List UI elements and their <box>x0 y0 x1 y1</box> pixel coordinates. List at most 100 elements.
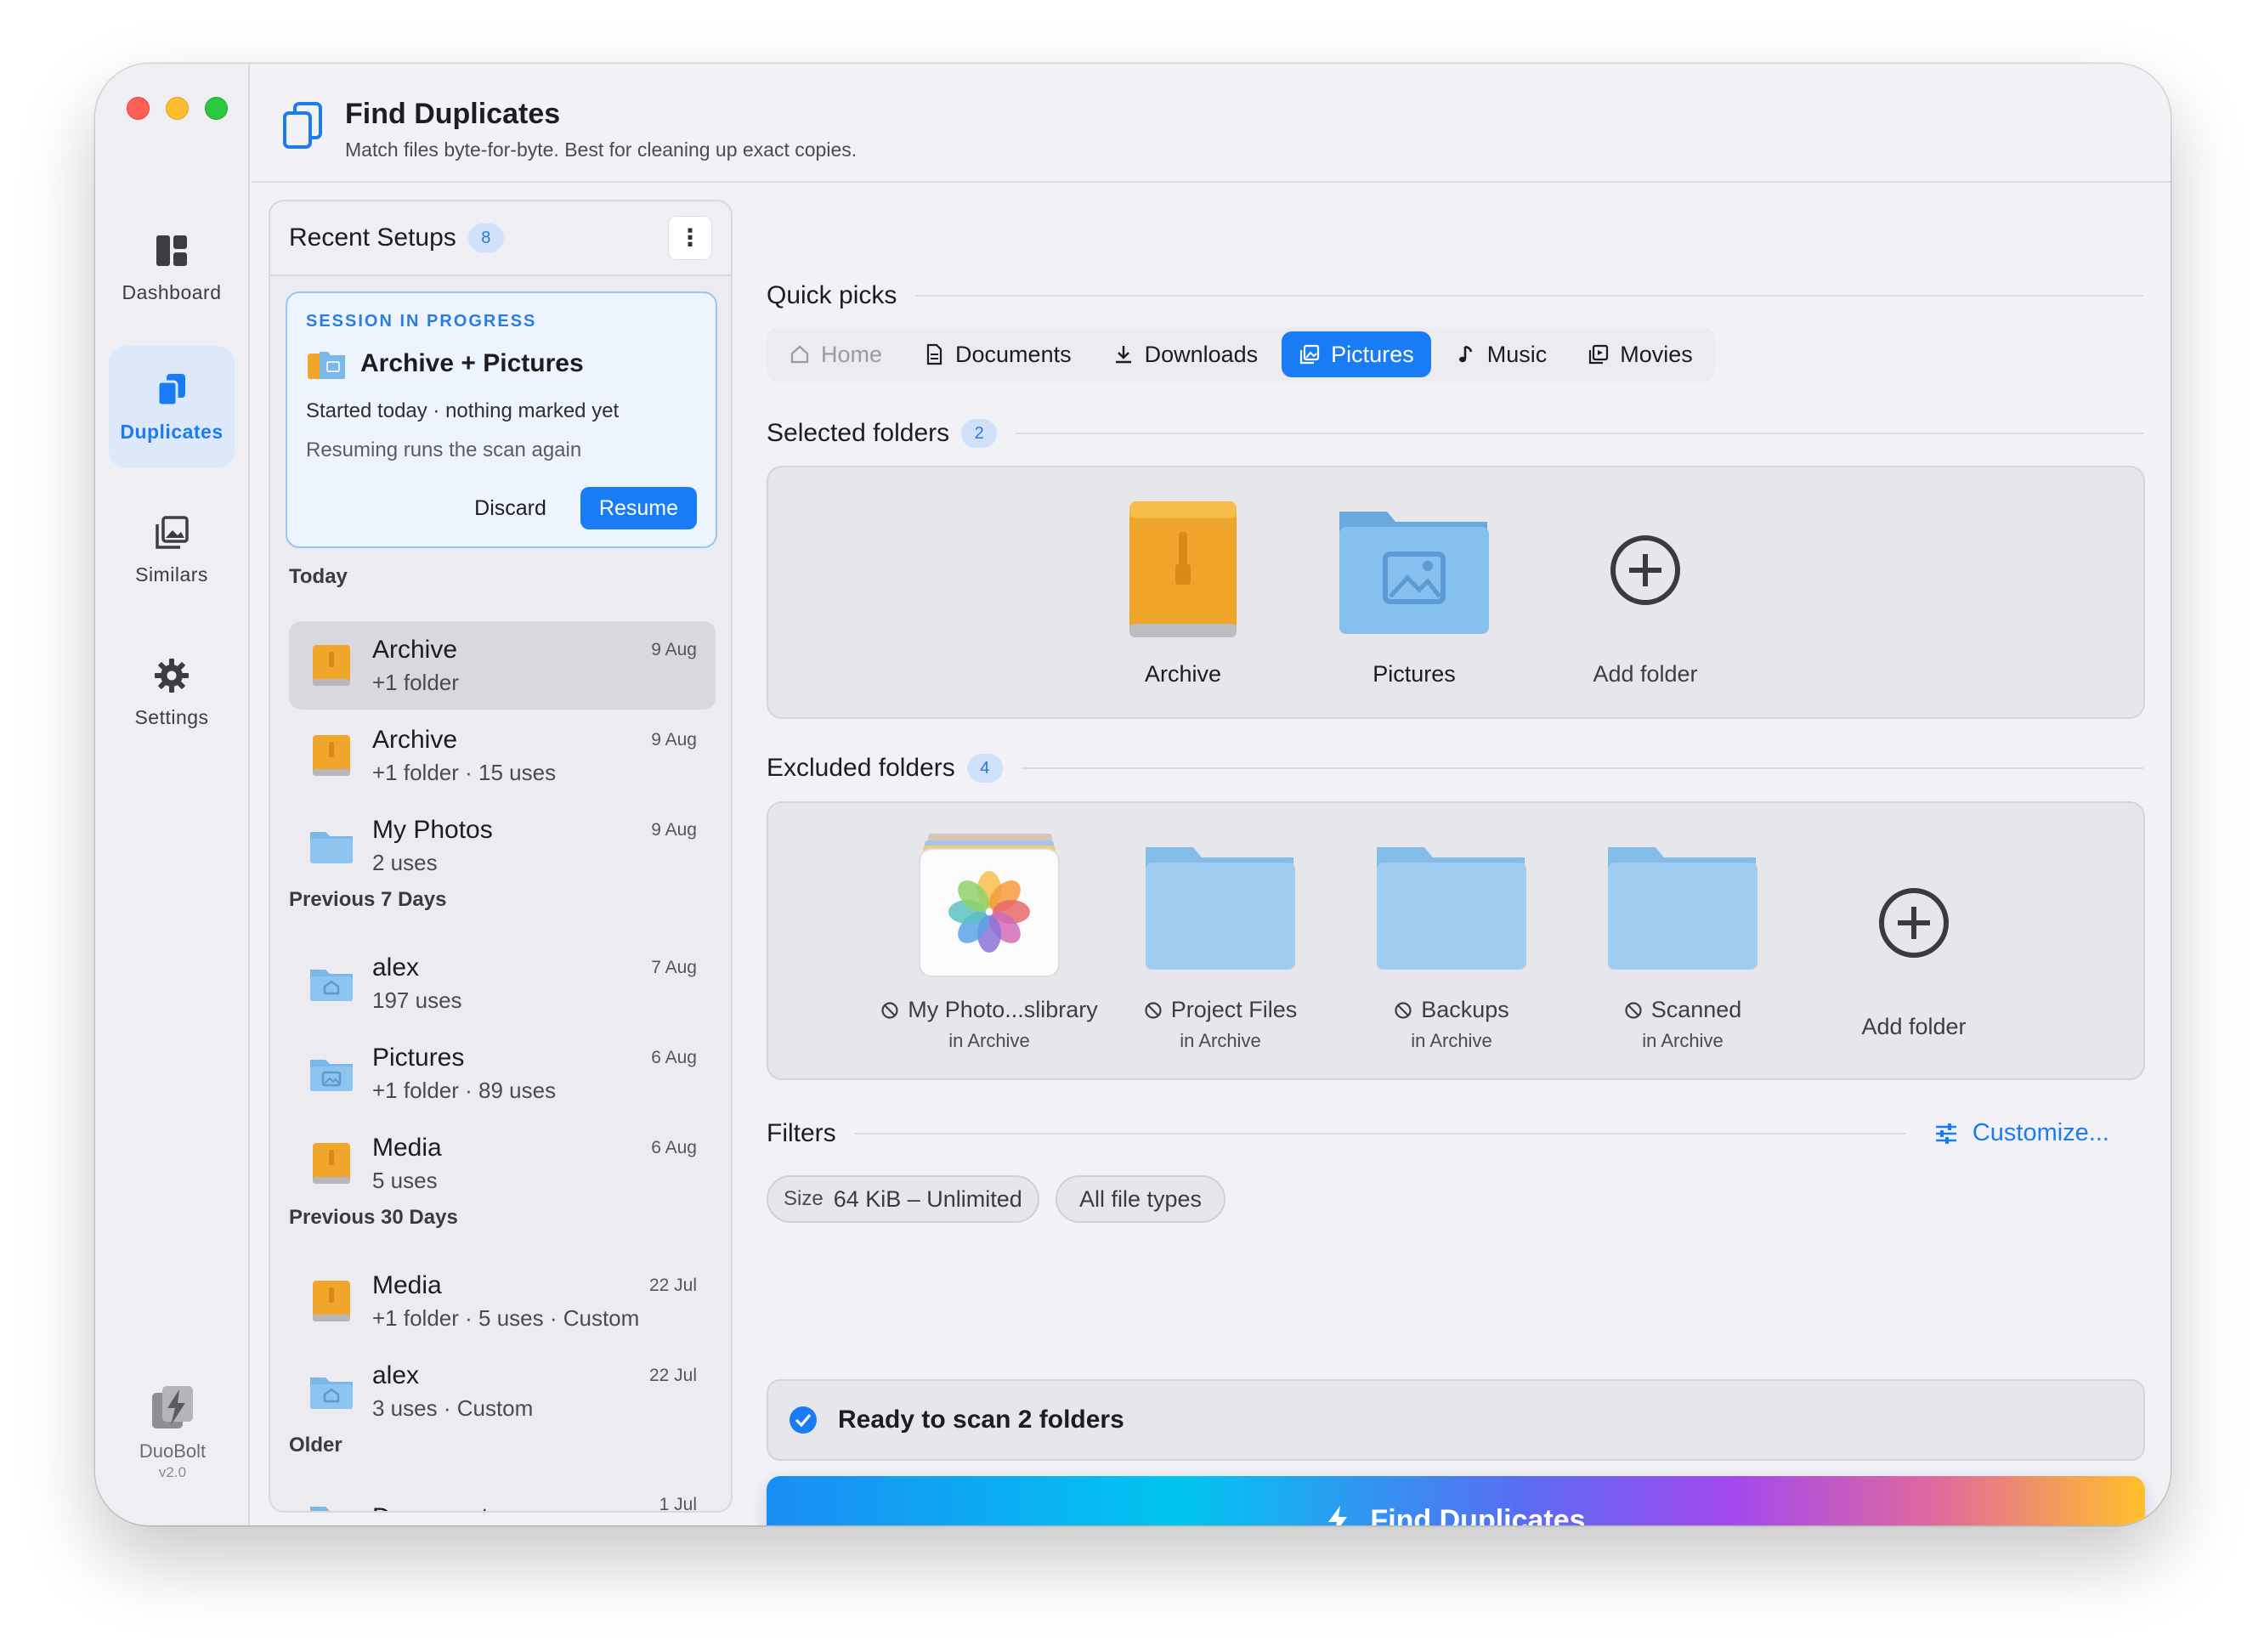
quick-pick-downloads[interactable]: Downloads <box>1095 331 1276 377</box>
quick-picks-header: Quick picks <box>767 281 2143 310</box>
excluded-folders-box: My Photo...slibrary in Archive Project F… <box>767 801 2145 1080</box>
quick-pick-music[interactable]: Music <box>1438 331 1565 377</box>
resume-button[interactable]: Resume <box>580 487 697 529</box>
dashboard-icon <box>156 235 187 266</box>
file-types-filter-chip[interactable]: All file types <box>1056 1175 1226 1223</box>
quick-pick-label: Home <box>821 341 883 367</box>
recent-item-date: 22 Jul <box>648 1276 697 1295</box>
recent-item[interactable]: Pictures +1 folder · 89 uses 6 Aug <box>289 1029 716 1117</box>
quick-pick-home[interactable]: Home <box>772 331 899 377</box>
excluded-folder-name: Backups <box>1421 997 1509 1022</box>
recent-item-date: 7 Aug <box>651 958 697 977</box>
quick-pick-documents[interactable]: Documents <box>906 331 1089 377</box>
session-folders-icon <box>308 352 345 379</box>
excluded-folder-label: Backups <box>1394 997 1509 1023</box>
recent-item-detail: 2 uses <box>372 849 438 875</box>
discard-button[interactable]: Discard <box>474 496 546 521</box>
add-selected-folder-button[interactable]: Add folder <box>1535 498 1756 687</box>
quick-pick-label: Downloads <box>1144 341 1259 367</box>
folder-icon <box>1146 847 1295 970</box>
recent-item[interactable]: Media 5 uses 6 Aug <box>289 1119 716 1208</box>
section-older: Older <box>289 1434 342 1457</box>
minimize-window-button[interactable] <box>166 97 189 120</box>
recent-item-name: Archive <box>372 725 458 754</box>
recent-item-detail: +1 folder · 15 uses <box>372 759 557 785</box>
page-title: Find Duplicates <box>345 98 561 130</box>
selected-folder-pictures[interactable]: Pictures <box>1304 498 1525 687</box>
excluded-icon <box>881 1001 898 1019</box>
zoom-window-button[interactable] <box>205 97 228 120</box>
recent-setups-panel: Recent Setups 8 ⋮ SESSION IN PROGRESS Ar… <box>269 200 733 1513</box>
sidebar-item-duplicates[interactable]: Duplicates <box>109 346 235 468</box>
excluded-folder-scanned[interactable]: Scanned in Archive <box>1572 834 1793 1052</box>
excluded-folder-label: Project Files <box>1144 997 1297 1023</box>
folder-icon <box>1608 847 1757 970</box>
size-filter-chip[interactable]: Size 64 KiB – Unlimited <box>767 1175 1039 1223</box>
recent-item-detail: 3 uses · Custom <box>372 1395 534 1421</box>
duplicates-icon <box>156 373 185 406</box>
size-filter-value: 64 KiB – Unlimited <box>833 1185 1022 1212</box>
home-folder-icon <box>310 970 353 1001</box>
bolt-icon <box>1328 1506 1348 1525</box>
recent-item-detail: +1 folder <box>372 669 459 695</box>
excluded-icon <box>1145 1001 1162 1019</box>
recent-item[interactable]: Media +1 folder · 5 uses · Custom 22 Jul <box>289 1257 716 1345</box>
excluded-icon <box>1395 1001 1412 1019</box>
recent-item[interactable]: My Photos 2 uses 9 Aug <box>289 801 716 890</box>
sidebar-item-label: Similars <box>135 563 208 586</box>
close-window-button[interactable] <box>127 97 150 120</box>
section-previous-7-days: Previous 7 Days <box>289 888 447 911</box>
recent-setups-count: 8 <box>467 223 504 252</box>
excluded-icon <box>1625 1001 1642 1019</box>
recent-item-name: alex <box>372 953 420 982</box>
pictures-folder-icon <box>310 1060 353 1091</box>
sidebar-item-similars[interactable]: Similars <box>109 489 235 611</box>
main-content: Quick picks Home Documents Downloads Pic… <box>767 200 2171 1525</box>
more-vertical-icon: ⋮ <box>678 224 702 251</box>
recent-item[interactable]: alex 197 uses 7 Aug <box>289 939 716 1027</box>
find-duplicates-button[interactable]: Find Duplicates <box>767 1476 2145 1525</box>
recent-item-date: 9 Aug <box>651 730 697 750</box>
excluded-folder-photos-library[interactable]: My Photo...slibrary in Archive <box>879 834 1100 1052</box>
pictures-folder-icon <box>1339 512 1489 634</box>
quick-pick-pictures[interactable]: Pictures <box>1282 331 1431 377</box>
excluded-folder-name: My Photo...slibrary <box>908 997 1098 1022</box>
customize-filters-button[interactable]: Customize... <box>1933 1119 2109 1147</box>
add-excluded-folder-button[interactable]: Add folder <box>1803 851 2024 1040</box>
picture-icon <box>1300 344 1320 365</box>
excluded-folder-backups[interactable]: Backups in Archive <box>1341 834 1562 1052</box>
excluded-folder-project-files[interactable]: Project Files in Archive <box>1110 834 1331 1052</box>
home-folder-icon <box>310 1378 353 1409</box>
sidebar-item-dashboard[interactable]: Dashboard <box>109 206 235 329</box>
recent-item-name: alex <box>372 1361 420 1389</box>
drive-icon <box>313 645 350 686</box>
recent-item-name: Media <box>372 1133 442 1162</box>
scan-status-bar: Ready to scan 2 folders <box>767 1379 2145 1461</box>
more-options-button[interactable]: ⋮ <box>668 216 712 260</box>
quick-pick-movies[interactable]: Movies <box>1571 331 1710 377</box>
excluded-folder-label: My Photo...slibrary <box>880 997 1098 1023</box>
quick-pick-label: Movies <box>1620 341 1693 367</box>
excluded-folder-location: in Archive <box>1180 1030 1261 1051</box>
session-name: Archive + Pictures <box>360 349 584 377</box>
recent-item[interactable]: Documents 1 Jul <box>289 1476 716 1511</box>
external-drive-icon <box>1129 501 1237 637</box>
quick-picks-title: Quick picks <box>767 281 897 309</box>
recent-item-date: 22 Jul <box>648 1366 697 1385</box>
recent-item-name: Media <box>372 1270 442 1299</box>
recent-item-date: 6 Aug <box>651 1138 697 1157</box>
filters-title: Filters <box>767 1119 836 1147</box>
file-types-value: All file types <box>1079 1185 1203 1212</box>
recent-item[interactable]: Archive +1 folder · 15 uses 9 Aug <box>289 711 716 800</box>
recent-item[interactable]: alex 3 uses · Custom 22 Jul <box>289 1347 716 1435</box>
sidebar-item-settings[interactable]: Settings <box>109 631 235 754</box>
folder-icon <box>1377 847 1526 970</box>
excluded-folder-location: in Archive <box>948 1030 1030 1051</box>
photos-library-icon <box>919 834 1060 977</box>
recent-item[interactable]: Archive +1 folder 9 Aug <box>289 621 716 710</box>
recent-item-name: Pictures <box>372 1043 465 1072</box>
excluded-folders-header: Excluded folders 4 <box>767 754 2143 783</box>
selected-folder-archive[interactable]: Archive <box>1073 498 1293 687</box>
recent-item-detail: +1 folder · 5 uses · Custom <box>372 1304 640 1331</box>
quick-picks-bar: Home Documents Downloads Pictures Music … <box>767 327 1715 382</box>
